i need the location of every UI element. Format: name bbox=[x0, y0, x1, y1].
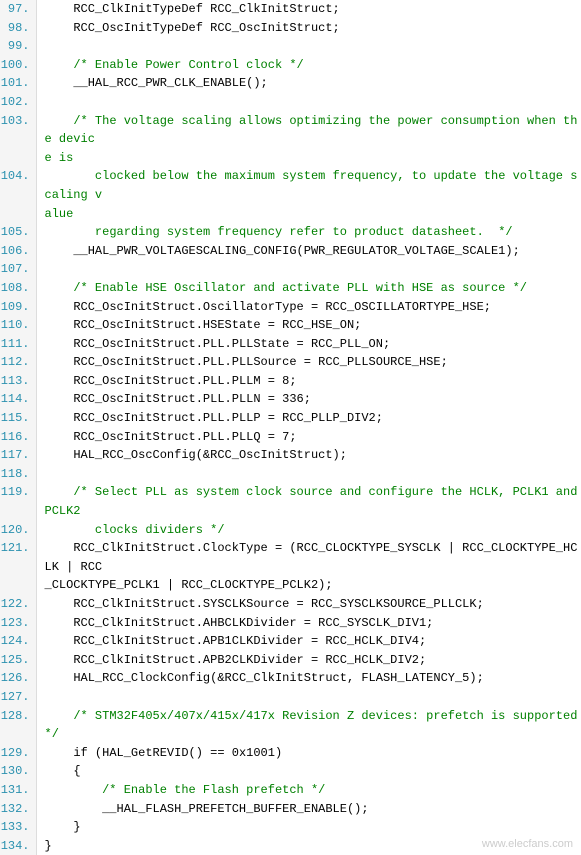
line-number: 112. bbox=[0, 353, 36, 372]
line-number: 121. bbox=[0, 539, 36, 576]
line-number: 99. bbox=[0, 37, 36, 56]
code-line: /* Enable Power Control clock */ bbox=[36, 56, 581, 75]
code-line: RCC_ClkInitStruct.SYSCLKSource = RCC_SYS… bbox=[36, 595, 581, 614]
code-line: { bbox=[36, 762, 581, 781]
code-line: RCC_OscInitStruct.PLL.PLLN = 336; bbox=[36, 390, 581, 409]
code-line: __HAL_FLASH_PREFETCH_BUFFER_ENABLE(); bbox=[36, 800, 581, 819]
code-line: __HAL_RCC_PWR_CLK_ENABLE(); bbox=[36, 74, 581, 93]
code-line: e is bbox=[36, 149, 581, 168]
code-line: if (HAL_GetREVID() == 0x1001) bbox=[36, 744, 581, 763]
line-number: 124. bbox=[0, 632, 36, 651]
line-number: 131. bbox=[0, 781, 36, 800]
line-number: 110. bbox=[0, 316, 36, 335]
line-number: 127. bbox=[0, 688, 36, 707]
code-line: RCC_ClkInitStruct.APB2CLKDivider = RCC_H… bbox=[36, 651, 581, 670]
line-number: 115. bbox=[0, 409, 36, 428]
code-line: RCC_ClkInitStruct.ClockType = (RCC_CLOCK… bbox=[36, 539, 581, 576]
code-line: _CLOCKTYPE_PCLK1 | RCC_CLOCKTYPE_PCLK2); bbox=[36, 576, 581, 595]
code-line: RCC_OscInitStruct.HSEState = RCC_HSE_ON; bbox=[36, 316, 581, 335]
line-number: 111. bbox=[0, 335, 36, 354]
line-number: 105. bbox=[0, 223, 36, 242]
code-line bbox=[36, 688, 581, 707]
line-number: 120. bbox=[0, 521, 36, 540]
line-number: 133. bbox=[0, 818, 36, 837]
code-line bbox=[36, 465, 581, 484]
code-line: RCC_ClkInitTypeDef RCC_ClkInitStruct; bbox=[36, 0, 581, 19]
line-number: 132. bbox=[0, 800, 36, 819]
line-number: 128. bbox=[0, 707, 36, 744]
line-number: 114. bbox=[0, 390, 36, 409]
line-number: 134. bbox=[0, 837, 36, 855]
line-number bbox=[0, 149, 36, 168]
code-line bbox=[36, 93, 581, 112]
code-line bbox=[36, 37, 581, 56]
line-number: 102. bbox=[0, 93, 36, 112]
code-line: HAL_RCC_OscConfig(&RCC_OscInitStruct); bbox=[36, 446, 581, 465]
code-line: RCC_OscInitStruct.PLL.PLLQ = 7; bbox=[36, 428, 581, 447]
code-line: clocked below the maximum system frequen… bbox=[36, 167, 581, 204]
line-number: 130. bbox=[0, 762, 36, 781]
code-line: /* The voltage scaling allows optimizing… bbox=[36, 112, 581, 149]
line-number: 97. bbox=[0, 0, 36, 19]
code-line: RCC_OscInitStruct.PLL.PLLP = RCC_PLLP_DI… bbox=[36, 409, 581, 428]
code-line: RCC_OscInitStruct.PLL.PLLSource = RCC_PL… bbox=[36, 353, 581, 372]
code-line: RCC_ClkInitStruct.AHBCLKDivider = RCC_SY… bbox=[36, 614, 581, 633]
code-table: 97. RCC_ClkInitTypeDef RCC_ClkInitStruct… bbox=[0, 0, 581, 855]
code-line: RCC_ClkInitStruct.APB1CLKDivider = RCC_H… bbox=[36, 632, 581, 651]
line-number: 107. bbox=[0, 260, 36, 279]
code-line: } bbox=[36, 818, 581, 837]
code-viewer: 97. RCC_ClkInitTypeDef RCC_ClkInitStruct… bbox=[0, 0, 581, 855]
code-line: clocks dividers */ bbox=[36, 521, 581, 540]
watermark: www.elecfans.com bbox=[482, 838, 573, 850]
line-number: 123. bbox=[0, 614, 36, 633]
code-line: alue bbox=[36, 205, 581, 224]
line-number: 117. bbox=[0, 446, 36, 465]
line-number: 98. bbox=[0, 19, 36, 38]
code-line: RCC_OscInitTypeDef RCC_OscInitStruct; bbox=[36, 19, 581, 38]
code-line bbox=[36, 260, 581, 279]
line-number: 119. bbox=[0, 483, 36, 520]
line-number: 106. bbox=[0, 242, 36, 261]
line-number: 118. bbox=[0, 465, 36, 484]
code-line: regarding system frequency refer to prod… bbox=[36, 223, 581, 242]
line-number: 116. bbox=[0, 428, 36, 447]
line-number: 108. bbox=[0, 279, 36, 298]
line-number: 100. bbox=[0, 56, 36, 75]
code-line: /* STM32F405x/407x/415x/417x Revision Z … bbox=[36, 707, 581, 744]
code-line: RCC_OscInitStruct.PLL.PLLState = RCC_PLL… bbox=[36, 335, 581, 354]
line-number: 101. bbox=[0, 74, 36, 93]
line-number: 103. bbox=[0, 112, 36, 149]
code-line: __HAL_PWR_VOLTAGESCALING_CONFIG(PWR_REGU… bbox=[36, 242, 581, 261]
line-number: 122. bbox=[0, 595, 36, 614]
code-line: RCC_OscInitStruct.PLL.PLLM = 8; bbox=[36, 372, 581, 391]
code-line: HAL_RCC_ClockConfig(&RCC_ClkInitStruct, … bbox=[36, 669, 581, 688]
line-number bbox=[0, 576, 36, 595]
line-number: 113. bbox=[0, 372, 36, 391]
code-line: /* Enable HSE Oscillator and activate PL… bbox=[36, 279, 581, 298]
code-line: /* Enable the Flash prefetch */ bbox=[36, 781, 581, 800]
line-number bbox=[0, 205, 36, 224]
line-number: 104. bbox=[0, 167, 36, 204]
line-number: 125. bbox=[0, 651, 36, 670]
code-line: RCC_OscInitStruct.OscillatorType = RCC_O… bbox=[36, 298, 581, 317]
line-number: 126. bbox=[0, 669, 36, 688]
code-line: /* Select PLL as system clock source and… bbox=[36, 483, 581, 520]
line-number: 129. bbox=[0, 744, 36, 763]
line-number: 109. bbox=[0, 298, 36, 317]
